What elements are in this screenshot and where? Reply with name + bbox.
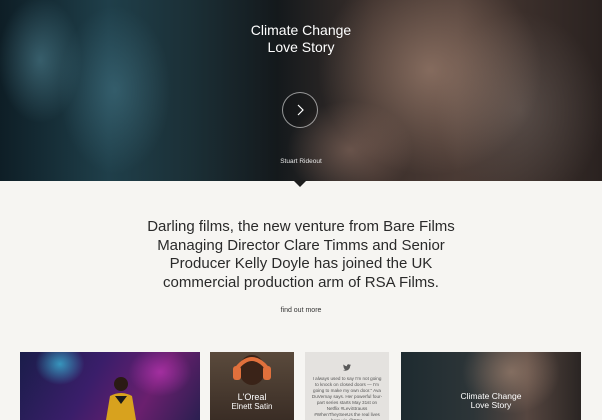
tile-video-party[interactable]	[20, 352, 200, 420]
tile-loreal[interactable]: L'Oreal Elnett Satin	[210, 352, 294, 420]
play-button[interactable]	[282, 92, 318, 128]
twitter-icon	[343, 364, 351, 371]
find-out-more-link[interactable]: find out more	[0, 307, 602, 314]
intro-text: Darling films, the new venture from Bare…	[0, 218, 602, 292]
hero-notch	[293, 180, 307, 187]
person-silhouette-image	[106, 377, 136, 420]
hero-title: Climate Change Love Story	[0, 22, 602, 56]
director-credit[interactable]: Stuart Rideout	[0, 158, 602, 165]
tile-loreal-product: Elnett Satin	[231, 402, 273, 411]
tile-loreal-label: L'Oreal Elnett Satin	[210, 392, 294, 412]
hero-title-line2: Love Story	[267, 39, 335, 55]
intro-line1: Darling films, the new venture from Bare…	[147, 218, 455, 235]
tile-climate-line2: Love Story	[470, 400, 512, 410]
hero-banner[interactable]: Climate Change Love Story Stuart Rideout	[0, 0, 602, 181]
twitter-icon-wrap	[311, 364, 383, 371]
intro-line3: Producer Kelly Doyle has joined the UK	[169, 255, 433, 272]
intro-line4: commercial production arm of RSA Films.	[163, 273, 439, 291]
intro-line2: Managing Director Clare Timms and Senior	[157, 236, 445, 254]
tweet-text: I always used to say I'm not going to kn…	[311, 376, 383, 420]
tile-tweet[interactable]: I always used to say I'm not going to kn…	[305, 352, 389, 420]
tile-climate-label: Climate Change Love Story	[401, 392, 581, 410]
hero-title-line1: Climate Change	[250, 22, 352, 38]
tile-climate-change[interactable]: Climate Change Love Story	[401, 352, 581, 420]
chevron-right-icon	[297, 104, 304, 116]
tile-loreal-brand: L'Oreal	[237, 392, 267, 402]
